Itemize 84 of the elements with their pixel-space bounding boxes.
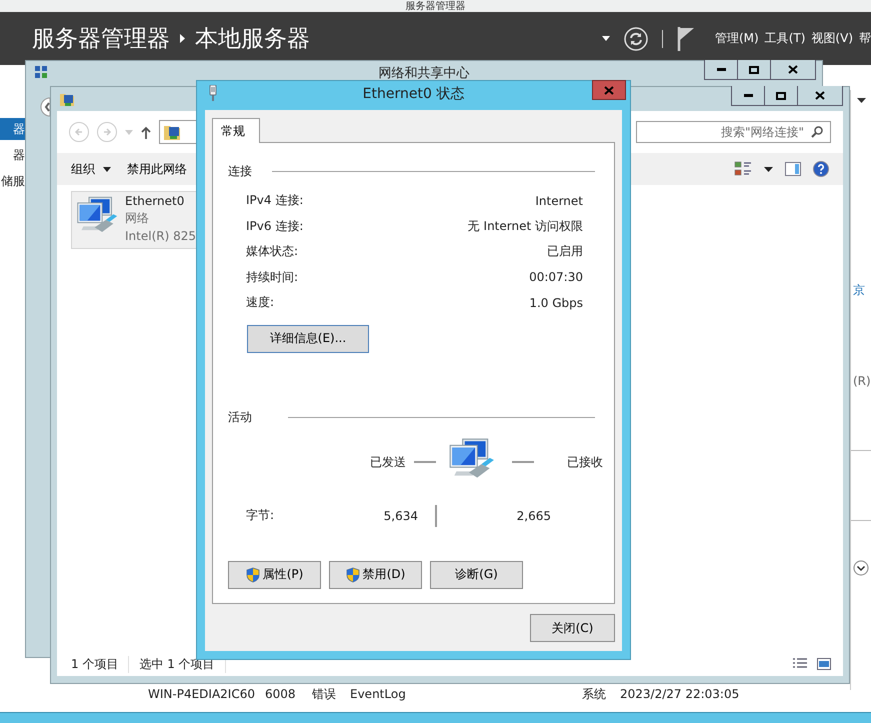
link-text[interactable]: 京	[853, 282, 865, 299]
action-button[interactable]: 属性(P)	[228, 560, 321, 588]
plug-icon	[209, 85, 217, 101]
sidebar-item[interactable]: 储服	[0, 170, 25, 192]
flag-icon[interactable]	[677, 26, 695, 50]
caret-icon[interactable]	[764, 166, 773, 172]
close-button[interactable]	[770, 60, 816, 80]
caret-icon[interactable]	[857, 98, 866, 103]
property-value: (R)	[853, 374, 871, 388]
connection-type: 网络	[125, 210, 150, 227]
status-text: 1 个项目	[71, 656, 130, 672]
breadcrumb-item[interactable]: 服务器管理器	[32, 23, 170, 54]
adapter-name: Intel(R) 825	[125, 229, 196, 243]
sidebar-item[interactable]: 器	[0, 144, 25, 166]
dialog-title: Ethernet0 状态	[362, 85, 464, 103]
toolbar-button[interactable]: 禁用此网络	[127, 160, 187, 178]
property-label: IPv6 连接:	[246, 218, 304, 235]
up-arrow-icon[interactable]	[141, 126, 151, 138]
table-cell: WIN-P4EDIA2IC60	[148, 687, 255, 701]
property-value: 已启用	[547, 243, 583, 260]
table-cell: 2023/2/27 22:03:05	[620, 687, 740, 701]
shield-icon	[246, 566, 260, 582]
sidebar-item[interactable]: 器	[0, 118, 25, 140]
minimize-button[interactable]	[731, 86, 765, 106]
tab[interactable]: 常规	[212, 118, 260, 143]
table-cell: 6008	[265, 687, 296, 701]
table-cell: 系统	[582, 686, 606, 702]
property-value: 1.0 Gbps	[529, 296, 583, 310]
received-label: 已接收	[567, 454, 603, 470]
breadcrumb-item[interactable]: 本地服务器	[195, 23, 310, 54]
maximize-icon	[776, 92, 786, 100]
section-heading: 连接	[228, 163, 252, 180]
bytes-received: 2,665	[516, 508, 551, 522]
organize-menu[interactable]: 组织	[71, 160, 111, 178]
refresh-icon[interactable]	[624, 26, 648, 50]
details-button[interactable]: 详细信息(E)...	[247, 324, 369, 352]
bytes-label: 字节:	[246, 507, 276, 524]
property-value: 无 Internet 访问权限	[468, 218, 583, 235]
preview-pane-icon[interactable]	[785, 162, 801, 176]
close-icon	[815, 91, 825, 100]
window-title: 服务器管理器	[406, 0, 466, 13]
section-heading: 活动	[228, 408, 252, 426]
caret-icon	[103, 166, 111, 172]
view-icon[interactable]	[734, 161, 752, 177]
minimize-icon	[744, 94, 752, 97]
action-button[interactable]: 诊断(G)	[430, 560, 523, 588]
shield-icon	[346, 566, 360, 582]
minimize-button[interactable]	[704, 60, 738, 80]
chevron-icon	[180, 34, 185, 43]
search-icon	[811, 126, 823, 138]
bytes-sent: 5,634	[384, 508, 418, 522]
connection-item[interactable]: Ethernet0 网络 Intel(R) 825	[71, 191, 197, 249]
folder-icon	[163, 123, 181, 141]
property-label: IPv4 连接:	[246, 192, 304, 210]
folder-icon	[59, 91, 75, 107]
menu-item[interactable]: 管理(M)	[715, 31, 759, 45]
close-dialog-button[interactable]: 关闭(C)	[530, 614, 615, 642]
connection-name: Ethernet0	[125, 194, 186, 208]
menu-item[interactable]: 视图(V)	[811, 31, 853, 45]
action-button[interactable]: 禁用(D)	[329, 560, 422, 588]
caret-icon[interactable]	[602, 36, 610, 41]
close-button[interactable]	[797, 86, 843, 106]
property-value: 00:07:30	[529, 270, 583, 284]
tiles-view-icon[interactable]	[817, 658, 831, 670]
search-field[interactable]: 搜索"网络连接"	[636, 121, 831, 143]
close-icon	[604, 86, 614, 94]
menu-item[interactable]: 帮	[859, 31, 871, 45]
table-cell: 错误	[312, 686, 336, 702]
window-title: 网络和共享中心	[378, 65, 470, 82]
table-cell: EventLog	[350, 687, 406, 701]
close-icon	[788, 65, 798, 74]
details-view-icon[interactable]	[793, 658, 807, 670]
property-label: 媒体状态:	[246, 243, 298, 260]
property-value: Internet	[535, 194, 583, 208]
menu-item[interactable]: 工具(T)	[764, 31, 806, 45]
property-label: 持续时间:	[246, 268, 298, 286]
maximize-button[interactable]	[737, 60, 771, 80]
sent-label: 已发送	[370, 454, 406, 470]
maximize-button[interactable]	[764, 86, 798, 106]
maximize-icon	[749, 66, 759, 74]
minimize-icon	[716, 68, 726, 71]
expand-icon[interactable]	[853, 560, 869, 576]
help-icon[interactable]	[813, 161, 829, 177]
property-label: 速度:	[246, 294, 274, 312]
